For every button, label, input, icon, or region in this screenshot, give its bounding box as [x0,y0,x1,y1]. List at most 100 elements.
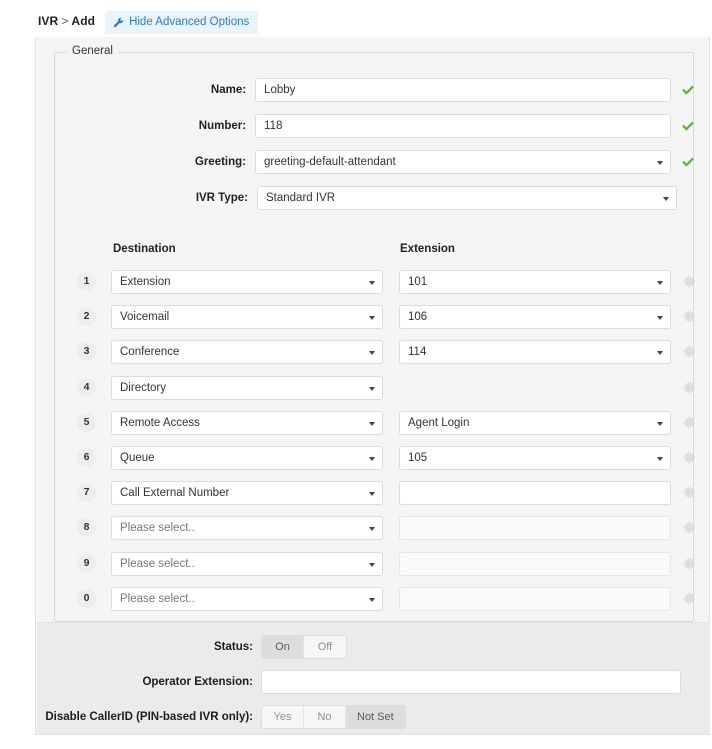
chevron-down-icon [369,315,375,320]
breadcrumb: IVR > Add [0,14,95,37]
gear-icon[interactable] [683,521,696,534]
name-value: Lobby [264,84,296,96]
disable-callerid-option-not-set[interactable]: Not Set [346,706,405,728]
chevron-down-icon [663,197,669,201]
gear-icon[interactable] [683,381,696,394]
gear-icon[interactable] [683,557,696,570]
extension-empty-slot [399,376,671,400]
destination-select[interactable]: Call External Number [111,480,383,505]
operator-extension-input[interactable] [261,670,681,694]
greeting-value: greeting-default-attendant [264,156,396,168]
breadcrumb-root[interactable]: IVR [38,14,58,28]
status-toggle-group[interactable]: On Off [261,635,347,659]
row-key-badge: 8 [77,518,96,537]
extension-select[interactable]: 106 [399,304,671,329]
general-fieldset: General Name: Lobby Number: 118 Greeting… [54,45,696,646]
chevron-down-icon [369,491,375,496]
chevron-down-icon [369,562,375,567]
status-option-off[interactable]: Off [304,636,346,658]
destination-select[interactable]: Conference [111,339,383,364]
field-row-ivr-type: IVR Type: Standard IVR [55,186,695,210]
breadcrumb-current: Add [71,14,96,28]
chevron-down-icon [369,350,375,355]
chevron-down-icon [657,280,663,285]
operator-extension-label: Operator Extension: [142,676,253,688]
table-row: 4 Directory [55,374,696,401]
field-row-number: Number: 118 [55,114,695,138]
chevron-down-icon [369,597,375,602]
disable-callerid-option-no[interactable]: No [304,706,346,728]
hide-advanced-options-tab[interactable]: Hide Advanced Options [105,11,259,34]
destination-select[interactable]: Please select.. [111,586,383,611]
greeting-label: Greeting: [194,156,247,168]
greeting-select[interactable]: greeting-default-attendant [255,150,671,174]
extension-input[interactable] [399,480,671,505]
table-row: 8 Please select.. [55,514,696,541]
destination-value: Queue [120,451,155,464]
extension-input [399,551,671,576]
destination-select[interactable]: Queue [111,445,383,470]
field-row-greeting: Greeting: greeting-default-attendant [55,150,695,174]
destination-value: Remote Access [120,416,200,429]
field-row-status: Status: On Off [37,635,710,659]
extension-input [399,515,671,540]
chevron-down-icon [657,456,663,461]
gear-icon[interactable] [683,275,696,288]
footer-section: Status: On Off Operator Extension: Disab… [37,622,710,734]
row-key-badge: 7 [77,483,96,502]
breadcrumb-bar: IVR > Add Hide Advanced Options [0,0,712,37]
extension-select[interactable]: 105 [399,445,671,470]
table-row: 5 Remote Access Agent Login [55,409,696,436]
gear-icon[interactable] [683,451,696,464]
destination-select[interactable]: Voicemail [111,304,383,329]
gear-icon[interactable] [683,592,696,605]
gear-icon[interactable] [683,310,696,323]
table-row: 0 Please select.. [55,585,696,612]
field-row-operator-extension: Operator Extension: [37,670,710,694]
destination-value: Conference [120,345,180,358]
disable-callerid-label: Disable CallerID (PIN-based IVR only): [45,711,253,723]
chevron-down-icon [657,350,663,355]
gear-icon[interactable] [683,416,696,429]
destination-select[interactable]: Remote Access [111,410,383,435]
extension-value: Agent Login [408,416,470,429]
destination-value: Extension [120,275,171,288]
row-key-badge: 1 [77,272,96,291]
gear-icon[interactable] [683,345,696,358]
chevron-down-icon [369,456,375,461]
extension-select[interactable]: 101 [399,269,671,294]
destination-value: Please select.. [120,521,195,534]
greeting-valid-check-icon [681,155,695,169]
number-input[interactable]: 118 [255,114,671,138]
table-row: 6 Queue 105 [55,444,696,471]
destination-select[interactable]: Extension [111,269,383,294]
destination-value: Please select.. [120,557,195,570]
destination-select[interactable]: Please select.. [111,515,383,540]
number-valid-check-icon [681,119,695,133]
status-option-on[interactable]: On [262,636,304,658]
chevron-down-icon [369,421,375,426]
destination-column-header: Destination [113,243,176,255]
chevron-down-icon [657,161,663,165]
chevron-down-icon [369,280,375,285]
gear-icon[interactable] [683,486,696,499]
field-row-name: Name: Lobby [55,78,695,102]
disable-callerid-toggle-group[interactable]: Yes No Not Set [261,705,406,729]
destination-value: Directory [120,381,167,394]
ivr-type-select[interactable]: Standard IVR [257,186,677,210]
destination-select[interactable]: Directory [111,375,383,400]
general-legend: General [67,45,118,57]
extension-select[interactable]: 114 [399,339,671,364]
extension-column-header: Extension [400,243,455,255]
ivr-form-panel: General Name: Lobby Number: 118 Greeting… [35,37,710,735]
table-row: 3 Conference 114 [55,338,696,365]
extension-value: 101 [408,275,428,288]
field-row-disable-callerid: Disable CallerID (PIN-based IVR only): Y… [37,705,710,729]
chevron-down-icon [657,421,663,426]
name-input[interactable]: Lobby [255,78,671,102]
destination-select[interactable]: Please select.. [111,551,383,576]
disable-callerid-option-yes[interactable]: Yes [262,706,304,728]
extension-value: 105 [408,451,428,464]
extension-select[interactable]: Agent Login [399,410,671,435]
row-key-badge: 6 [77,448,96,467]
